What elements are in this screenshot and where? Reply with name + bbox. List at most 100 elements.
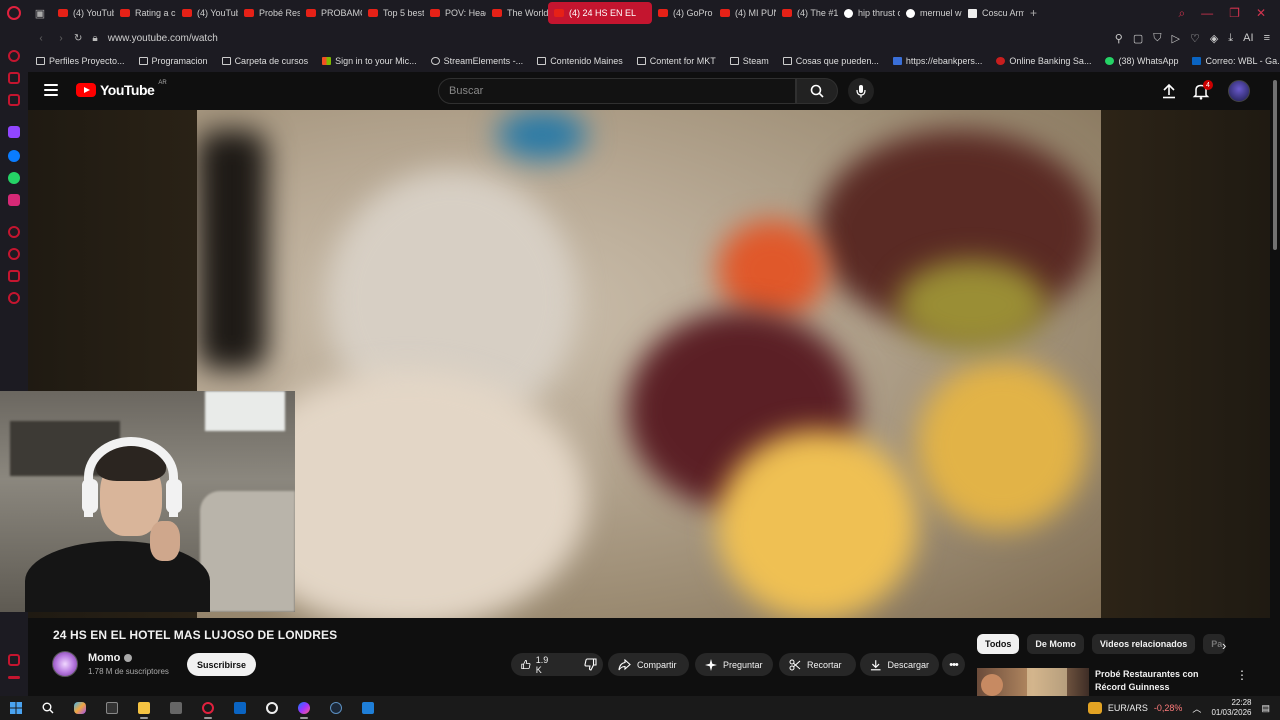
- outlook-icon[interactable]: [224, 696, 256, 720]
- taskbar-search-icon[interactable]: [32, 696, 64, 720]
- hamburger-menu-icon[interactable]: [44, 84, 58, 96]
- download-icon[interactable]: ⤓: [1228, 32, 1233, 45]
- dislike-button[interactable]: [574, 653, 607, 676]
- forward-icon[interactable]: ›: [54, 33, 68, 44]
- browser-tab[interactable]: (4) 24 HS EN EL: [548, 2, 652, 24]
- browser-tab[interactable]: mernuel w: [900, 2, 962, 24]
- snapshot-icon[interactable]: ▢: [1133, 32, 1143, 45]
- bookmark-item[interactable]: Programacion: [138, 56, 208, 66]
- sidebar-more-icon[interactable]: [8, 676, 20, 679]
- play-icon[interactable]: ▷: [1171, 32, 1179, 45]
- voice-search-button[interactable]: [848, 78, 874, 104]
- currency-widget[interactable]: EUR/ARS -0,28%: [1087, 702, 1182, 714]
- workspace-icon[interactable]: [8, 72, 20, 84]
- notification-center-icon[interactable]: ▤: [1261, 703, 1270, 714]
- bookmark-item[interactable]: Cosas que pueden...: [782, 56, 879, 66]
- more-actions-icon[interactable]: •••: [942, 653, 965, 676]
- browser-menu-icon[interactable]: ≡: [1264, 32, 1270, 45]
- bookmark-item[interactable]: (38) WhatsApp: [1105, 56, 1178, 66]
- minimize-button[interactable]: —: [1201, 6, 1213, 21]
- search-input[interactable]: [449, 85, 795, 97]
- tray-expand-icon[interactable]: ︿: [1192, 702, 1201, 715]
- bookmark-item[interactable]: Sign in to your Mic...: [322, 56, 417, 66]
- opera-gx-taskbar-icon[interactable]: [192, 696, 224, 720]
- download-button[interactable]: Descargar: [860, 653, 939, 676]
- browser-tab[interactable]: Probé Rest: [238, 2, 300, 24]
- browser-tab[interactable]: (4) MI PUN: [714, 2, 776, 24]
- gx-icon[interactable]: [8, 654, 20, 666]
- recommended-title[interactable]: Probé Restaurantes con Récord Guinness: [1095, 668, 1225, 694]
- subscribe-button[interactable]: Suscribirse: [187, 653, 256, 676]
- video-player[interactable]: [197, 110, 1101, 618]
- upload-icon[interactable]: [1160, 82, 1178, 100]
- browser-tab[interactable]: POV: Head: [424, 2, 486, 24]
- back-icon[interactable]: ‹: [34, 33, 48, 44]
- channel-avatar[interactable]: [52, 651, 78, 677]
- tab-menu-icon[interactable]: ▣: [28, 0, 52, 26]
- browser-tab[interactable]: The World': [486, 2, 548, 24]
- share-button[interactable]: Compartir: [608, 653, 689, 676]
- steam-icon[interactable]: [320, 696, 352, 720]
- channel-name-row[interactable]: Momo: [88, 652, 133, 664]
- instagram-icon[interactable]: [8, 194, 20, 206]
- wallet-icon[interactable]: ◈: [1210, 32, 1218, 45]
- filter-chip[interactable]: Todos: [977, 634, 1020, 654]
- messenger-icon[interactable]: [8, 150, 20, 162]
- filter-chip[interactable]: Videos relacionados: [1091, 634, 1196, 654]
- copilot-icon[interactable]: [64, 696, 96, 720]
- whatsapp-icon[interactable]: [8, 172, 20, 184]
- bookmark-item[interactable]: Carpeta de cursos: [221, 56, 308, 66]
- pin-icon[interactable]: ⚲: [1115, 32, 1123, 45]
- send-icon[interactable]: [8, 270, 20, 282]
- browser-tab[interactable]: (4) YouTube: [52, 2, 114, 24]
- scrollbar-thumb[interactable]: [1273, 80, 1277, 250]
- bookmark-item[interactable]: Online Banking Sa...: [996, 56, 1091, 66]
- history-icon[interactable]: [8, 248, 20, 260]
- browser-tab[interactable]: Rating a ch: [114, 2, 176, 24]
- clock[interactable]: 22:28 01/03/2026: [1211, 698, 1251, 718]
- like-button[interactable]: 1.9 K: [511, 653, 562, 676]
- windows-start-icon[interactable]: [0, 696, 32, 720]
- settings-icon[interactable]: [8, 292, 20, 304]
- screen-capture-icon[interactable]: [256, 696, 288, 720]
- channel-name[interactable]: Momo: [88, 652, 120, 664]
- calculator-icon[interactable]: [160, 696, 192, 720]
- edge-app-icon[interactable]: [352, 696, 384, 720]
- account-avatar[interactable]: [1228, 80, 1250, 102]
- bookmark-item[interactable]: https://ebankpers...: [892, 56, 982, 66]
- page-scrollbar[interactable]: [1270, 72, 1280, 696]
- clip-button[interactable]: Recortar: [779, 653, 856, 676]
- browser-tab[interactable]: (4) The #1: [776, 2, 838, 24]
- aria-icon[interactable]: [8, 50, 20, 62]
- messenger-taskbar-icon[interactable]: [288, 696, 320, 720]
- ai-button[interactable]: AI: [1243, 32, 1253, 45]
- chips-next-arrow-icon[interactable]: ›: [1222, 638, 1226, 653]
- file-explorer-icon[interactable]: [128, 696, 160, 720]
- new-tab-button[interactable]: +: [1024, 2, 1043, 24]
- shield-icon[interactable]: ⛉: [1153, 32, 1161, 45]
- bookmark-item[interactable]: Correo: WBL - Ga...: [1192, 56, 1280, 66]
- music-icon[interactable]: [8, 94, 20, 106]
- search-tabs-icon[interactable]: ⌕: [1178, 6, 1185, 21]
- browser-tab[interactable]: (4) GoPro: [652, 2, 714, 24]
- reload-icon[interactable]: ↻: [74, 33, 82, 44]
- speed-dial-icon[interactable]: [8, 226, 20, 238]
- browser-tab[interactable]: hip thrust c: [838, 2, 900, 24]
- url-field[interactable]: www.youtube.com/watch: [108, 33, 218, 44]
- browser-tab[interactable]: Coscu Arm: [962, 2, 1024, 24]
- terminal-icon[interactable]: [96, 696, 128, 720]
- recommended-menu-icon[interactable]: ⋮: [1236, 668, 1248, 682]
- close-button[interactable]: ✕: [1256, 6, 1266, 21]
- browser-tab[interactable]: PROBAMOS: [300, 2, 362, 24]
- maximize-button[interactable]: ❐: [1229, 6, 1240, 21]
- bookmark-item[interactable]: Contenido Maines: [537, 56, 623, 66]
- ask-button[interactable]: Preguntar: [695, 653, 773, 676]
- twitch-icon[interactable]: [8, 126, 20, 138]
- browser-tab[interactable]: (4) YouTub: [176, 2, 238, 24]
- bookmark-item[interactable]: Perfiles Proyecto...: [36, 56, 125, 66]
- search-button[interactable]: [796, 78, 838, 104]
- heart-icon[interactable]: ♡: [1190, 32, 1200, 45]
- lock-icon[interactable]: 🔒︎: [92, 33, 97, 44]
- opera-logo-icon[interactable]: [0, 0, 28, 26]
- bookmark-item[interactable]: Steam: [729, 56, 769, 66]
